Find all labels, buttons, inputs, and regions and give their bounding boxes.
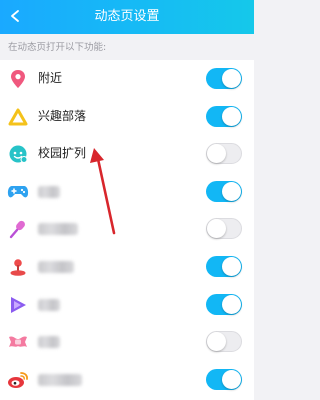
setting-row-game: [0, 173, 254, 211]
game-controller-icon: [7, 181, 29, 203]
setting-row-mic: [0, 210, 254, 248]
setting-label: 校园扩列: [38, 146, 87, 161]
tribe-triangle-icon: [7, 106, 29, 128]
location-pin-icon: [7, 68, 29, 90]
toggle-switch[interactable]: [206, 331, 242, 353]
toggle-knob: [222, 256, 241, 276]
toggle-switch[interactable]: [206, 68, 242, 89]
weibo-icon: [7, 369, 29, 391]
toggle-knob: [222, 106, 241, 126]
blurred-label: [38, 336, 60, 349]
blurred-label: [38, 223, 78, 236]
toggle-knob: [222, 369, 241, 389]
setting-label: 附近: [38, 71, 63, 85]
toggle-switch[interactable]: [206, 218, 242, 240]
page-title: 动态页设置: [94, 9, 160, 24]
toggle-switch[interactable]: [206, 368, 242, 390]
toggle-switch[interactable]: [206, 255, 242, 277]
play-video-icon: [7, 294, 29, 316]
blurred-label: [38, 185, 60, 198]
setting-row-nearby: 附近: [0, 60, 254, 98]
toggle-knob: [207, 219, 226, 239]
setting-row-video: [0, 286, 254, 324]
joystick-icon: [7, 256, 29, 278]
blurred-label: [38, 298, 60, 311]
setting-row-campus: 校园扩列: [0, 135, 254, 173]
settings-list: 附近 兴趣部落 校园扩列: [0, 60, 254, 400]
microphone-icon: [7, 218, 29, 240]
setting-label: 兴趣部落: [38, 108, 87, 123]
section-label: 在动态页打开以下功能:: [8, 42, 107, 53]
blurred-label: [38, 260, 74, 273]
toggle-switch[interactable]: [206, 293, 242, 315]
setting-row-tribe: 兴趣部落: [0, 98, 254, 136]
setting-row-joystick: [0, 248, 254, 286]
toggle-knob: [222, 69, 241, 88]
toggle-switch[interactable]: [206, 105, 242, 127]
toggle-knob: [207, 332, 226, 352]
setting-row-weibo: [0, 361, 254, 399]
toggle-switch[interactable]: [206, 143, 242, 165]
top-bar: 动态页设置: [0, 0, 254, 34]
toggle-switch[interactable]: [206, 180, 242, 202]
toggle-knob: [222, 294, 241, 314]
toggle-knob: [222, 181, 241, 201]
blurred-label: [38, 373, 82, 386]
toggle-knob: [207, 144, 226, 164]
campus-face-icon: [7, 143, 29, 165]
pink-ribbon-icon: [7, 331, 29, 353]
setting-row-ribbon: [0, 323, 254, 361]
